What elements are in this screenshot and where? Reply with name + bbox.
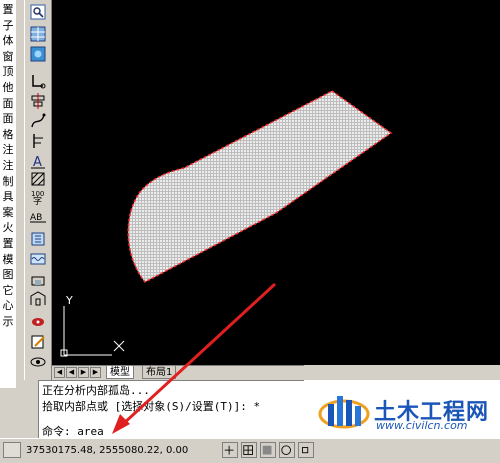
- palette-label[interactable]: 制: [1, 174, 15, 190]
- multiline-text-icon[interactable]: 100 字: [29, 188, 47, 206]
- ortho-toggle-icon[interactable]: [260, 442, 276, 458]
- eraser-icon[interactable]: [29, 313, 47, 331]
- palette-label[interactable]: 心: [1, 298, 15, 314]
- align-icon[interactable]: [29, 92, 47, 110]
- ucs-y-label: Y: [65, 294, 73, 307]
- palette-label[interactable]: 他: [1, 80, 15, 96]
- next-tab-button[interactable]: ▶: [78, 367, 89, 378]
- spline-icon[interactable]: [29, 112, 47, 130]
- leader-icon[interactable]: [29, 132, 47, 150]
- text-icon[interactable]: A: [29, 152, 47, 170]
- image-icon[interactable]: [29, 45, 47, 63]
- palette-label[interactable]: 格: [1, 127, 15, 143]
- zoom-icon[interactable]: [29, 3, 47, 21]
- status-bar: 37530175.48, 2555080.22, 0.00: [0, 438, 500, 463]
- tool-palette-labels: 置子体窗顶他面面格注注制具案火置模图它心示: [0, 0, 17, 388]
- hatch-icon[interactable]: [29, 170, 47, 188]
- tab-model[interactable]: 模型: [106, 366, 134, 379]
- palette-label[interactable]: 面: [1, 96, 15, 112]
- site-watermark: 土木工程网 www.civilcn.com: [304, 380, 500, 438]
- palette-label[interactable]: 置: [1, 236, 15, 252]
- command-prompt[interactable]: 命令: area: [42, 425, 104, 438]
- prev-tab-button[interactable]: ◀: [66, 367, 77, 378]
- block-icon[interactable]: [29, 272, 47, 290]
- command-history-line: 正在分析内部孤岛...: [42, 384, 150, 397]
- polyline-icon[interactable]: [29, 72, 47, 90]
- palette-label[interactable]: 子: [1, 18, 15, 34]
- text-style-icon[interactable]: AB: [29, 207, 47, 225]
- edit-icon[interactable]: [29, 333, 47, 351]
- command-history-line: 拾取内部点或 [选择对象(S)/设置(T)]: *: [42, 400, 261, 413]
- drawing-svg: Y X: [60, 90, 393, 357]
- palette-label[interactable]: 示: [1, 314, 15, 330]
- layout-tab-bar: ◀ ◀ ▶ ▶ 模型 布局1: [52, 365, 304, 380]
- first-tab-button[interactable]: ◀: [54, 367, 65, 378]
- wave-line-icon[interactable]: [29, 250, 47, 268]
- palette-divider: [16, 0, 24, 388]
- palette-label[interactable]: 模: [1, 252, 15, 268]
- palette-label[interactable]: 注: [1, 142, 15, 158]
- command-scrollbar[interactable]: [24, 380, 39, 438]
- palette-label[interactable]: 火: [1, 220, 15, 236]
- tab-layout1[interactable]: 布局1: [142, 366, 177, 379]
- dimension-icon[interactable]: [29, 230, 47, 248]
- coordinate-readout: 37530175.48, 2555080.22, 0.00: [26, 445, 189, 456]
- ucs-x-label: X: [115, 337, 116, 339]
- watermark-url: www.civilcn.com: [376, 419, 468, 432]
- palette-label[interactable]: 体: [1, 33, 15, 49]
- palette-label[interactable]: 注: [1, 158, 15, 174]
- drawing-canvas[interactable]: Y X: [52, 0, 500, 365]
- building-icon[interactable]: [29, 290, 47, 308]
- draw-toolbar: A 100 字 AB: [24, 0, 52, 388]
- status-menu-button[interactable]: [3, 442, 21, 458]
- svg-text:字: 字: [33, 195, 42, 206]
- view-icon[interactable]: [29, 353, 47, 371]
- polar-toggle-icon[interactable]: [279, 442, 295, 458]
- palette-label[interactable]: 它: [1, 283, 15, 299]
- palette-label[interactable]: 具: [1, 189, 15, 205]
- table-icon[interactable]: [29, 25, 47, 43]
- palette-label[interactable]: 面: [1, 111, 15, 127]
- palette-label[interactable]: 窗: [1, 49, 15, 65]
- ucs-axes-icon: Y: [60, 294, 125, 357]
- palette-label[interactable]: 置: [1, 2, 15, 18]
- palette-label[interactable]: 案: [1, 205, 15, 221]
- hatched-region[interactable]: [127, 90, 393, 283]
- last-tab-button[interactable]: ▶: [90, 367, 101, 378]
- snap-toggle-icon[interactable]: [222, 442, 238, 458]
- grid-toggle-icon[interactable]: [241, 442, 257, 458]
- palette-label[interactable]: 图: [1, 267, 15, 283]
- brand-logo-icon: [318, 396, 370, 429]
- osnap-toggle-icon[interactable]: [298, 442, 314, 458]
- palette-label[interactable]: 顶: [1, 64, 15, 80]
